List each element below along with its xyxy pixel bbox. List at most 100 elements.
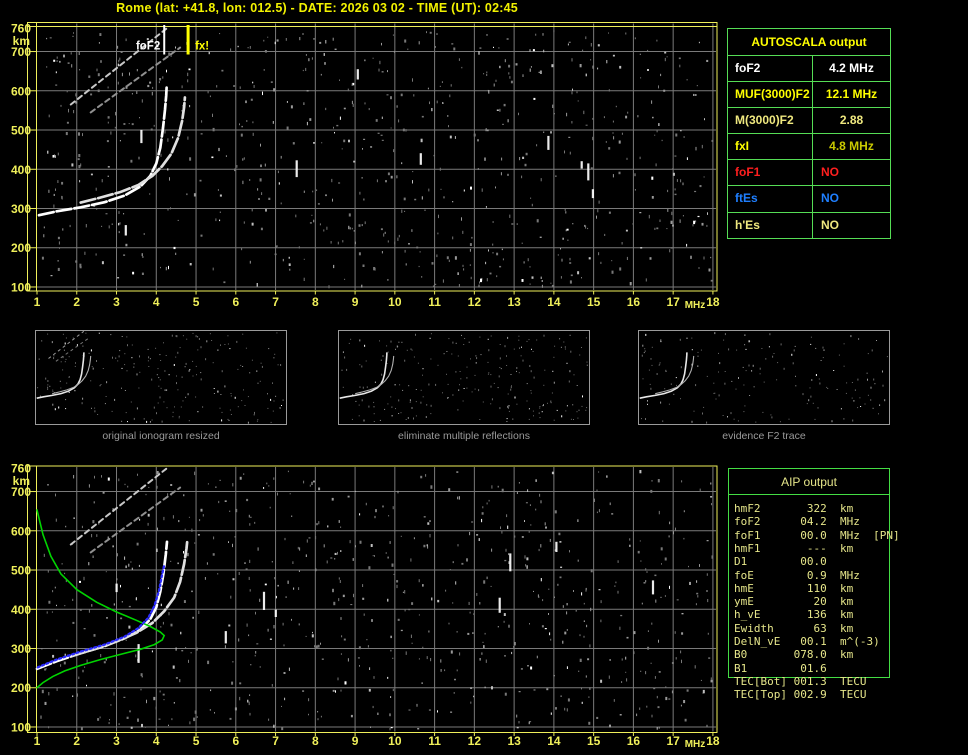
svg-text:7: 7 [272,295,279,309]
plot-root: 760700600500400300200100km1 2 3 4 5 6 7 8 9 10 11 1… [11,462,720,751]
svg-text:4: 4 [153,734,160,748]
thumbnail-caption-3: evidence F2 trace [722,430,806,442]
svg-text:13: 13 [507,734,521,748]
series-F2-trace-extraordinary [79,96,187,204]
parameter-value: 2.88 [839,113,864,128]
svg-text:1: 1 [34,734,41,748]
svg-text:3: 3 [113,295,120,309]
parameter-label: h'Es [728,212,813,238]
autoscala-row-M3000F2: M(3000)F2 2.88 [728,107,890,134]
svg-text:km: km [13,34,30,48]
svg-text:6: 6 [232,295,239,309]
aip-row-TECTop: TEC[Top] 002.9 TECU [734,688,867,702]
parameter-value: 4.8 MHz [829,139,874,154]
aip-output-table: AIP output hmF2 322 km foF2 04.2 MHz foF1 … [728,468,900,708]
svg-text:MHz: MHz [685,739,706,750]
svg-text:12: 12 [468,734,482,748]
page-title: Rome (lat: +41.8, lon: 012.5) - DATE: 20… [116,1,518,15]
svg-text:14: 14 [547,734,561,748]
parameter-label: foF2 [728,56,813,82]
noise-speckle [40,470,713,731]
svg-text:300: 300 [11,642,31,656]
series-second-hop-echo-2 [89,46,182,114]
thumbnail-original-ionogram [35,330,287,425]
svg-text:10: 10 [388,734,402,748]
svg-text:km: km [13,474,30,488]
parameter-value: NO [821,191,839,206]
parameter-label: fxI [728,134,813,160]
parameter-label: MUF(3000)F2 [728,82,813,108]
svg-text:200: 200 [11,241,31,255]
autoscala-row-foF1: foF1 NO [728,159,890,186]
svg-text:MHz: MHz [685,300,706,311]
plot-root: 760700600500400300200100km1 2 3 4 5 6 7 8 9 10 11 1… [11,22,720,312]
svg-text:6: 6 [232,734,239,748]
aip-row-hmE: hmE 110 km [734,581,854,595]
svg-text:16: 16 [627,734,641,748]
svg-text:9: 9 [352,295,359,309]
svg-text:200: 200 [11,681,31,695]
svg-text:17: 17 [666,295,680,309]
svg-text:8: 8 [312,295,319,309]
autoscala-table-title: AUTOSCALA output [751,35,867,49]
svg-text:fx!: fx! [195,41,209,53]
aip-row-hmF1: hmF1 --- km [734,541,854,555]
parameter-value: NO [821,217,839,232]
axis-labels: 760700600500400300200100km1 2 3 4 5 6 7 8 9 10 11 1… [11,462,720,751]
thumbnail-noise [341,333,588,422]
autoscala-output-table: AUTOSCALA output foF2 4.2 MHz MUF(3000)F2 1… [727,28,891,239]
parameter-value: 12.1 MHz [825,87,878,102]
svg-text:18: 18 [706,295,720,309]
svg-text:11: 11 [428,734,441,748]
svg-text:14: 14 [547,295,561,309]
autoscala-row-fxI: fxI 4.8 MHz [728,133,890,160]
aip-row-foF1: foF1 00.0 MHz [PN] [734,528,900,542]
bottom-ionogram-plot: 760700600500400300200100km1 2 3 4 5 6 7 8 9 10 11 1… [11,462,720,751]
grid-lines [37,467,716,732]
thumbnail-noise [641,332,888,424]
thumbnail-eliminate-reflections [338,330,590,425]
thumbnail-traces [36,330,92,399]
marker-foF2: foF2 [136,25,166,55]
svg-text:11: 11 [428,295,441,309]
aip-table-title: AIP output [781,475,837,489]
thumbnail-traces [339,352,395,399]
svg-text:5: 5 [193,734,200,748]
autoscala-row-MUF3000F2: MUF(3000)F2 12.1 MHz [728,81,890,108]
svg-text:12: 12 [468,295,482,309]
svg-text:3: 3 [113,734,120,748]
svg-text:10: 10 [388,295,402,309]
parameter-value: NO [821,165,839,180]
svg-text:15: 15 [587,295,601,309]
thumbnail-traces [639,352,695,399]
autoscala-row-ftEs: ftEs NO [728,185,890,212]
aip-row-hmF2: hmF2 322 km [734,502,854,515]
svg-text:2: 2 [73,295,80,309]
marker-fx: fx! [186,25,209,55]
svg-text:2: 2 [73,734,80,748]
svg-text:8: 8 [312,734,319,748]
data-series [35,467,189,689]
aip-row-Ewidth: Ewidth 63 km [734,621,854,635]
svg-text:500: 500 [11,124,31,138]
svg-text:17: 17 [666,734,680,748]
parameter-label: M(3000)F2 [728,108,813,134]
aip-row-B1: B1 01.6 [734,661,840,675]
parameter-value: 4.2 MHz [829,61,874,75]
autoscala-row-foF2: foF2 4.2 MHz [728,55,890,82]
svg-text:18: 18 [706,734,720,748]
data-series [37,27,187,217]
svg-text:500: 500 [11,564,31,578]
aip-row-ymE: ymE 20 km [734,595,854,609]
svg-text:600: 600 [11,84,31,98]
plot-frame [27,22,718,295]
svg-text:100: 100 [11,280,31,294]
plot-frame [27,465,718,736]
series-scaled-F2-trace [36,564,166,669]
aip-header-divider [728,494,890,495]
svg-text:13: 13 [507,295,521,309]
aip-row-B0: B0 078.0 km [734,648,854,662]
noise-speckle [41,30,714,289]
svg-text:600: 600 [11,524,31,538]
svg-text:100: 100 [11,720,31,734]
